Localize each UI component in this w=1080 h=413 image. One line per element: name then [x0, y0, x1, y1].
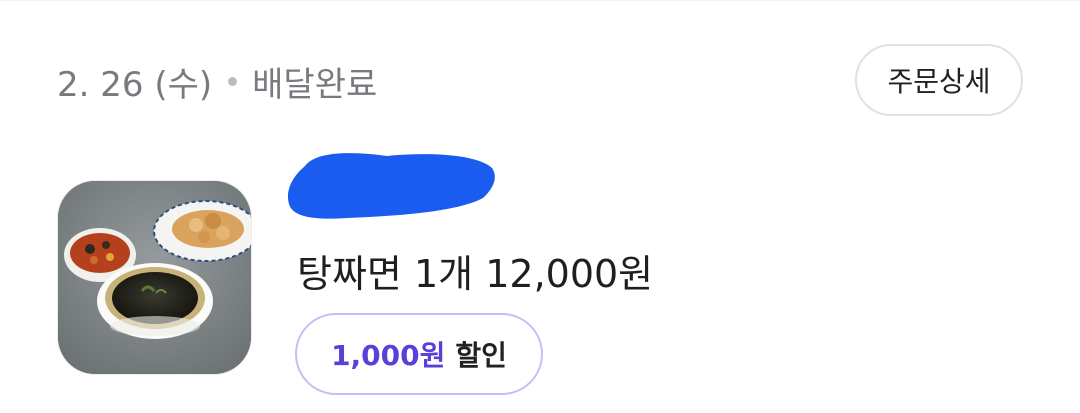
- divider: [0, 0, 1080, 1]
- menu-thumbnail[interactable]: [57, 180, 252, 375]
- menu-quantity: 1개: [413, 251, 474, 296]
- order-detail-button[interactable]: 주문상세: [855, 44, 1023, 116]
- menu-price: 12,000원: [485, 251, 654, 296]
- order-meta: 2. 26 (수) 배달완료: [57, 56, 377, 106]
- discount-label: 할인: [455, 339, 507, 372]
- menu-name: 탕짜면: [297, 251, 402, 296]
- order-date: 2. 26 (수): [57, 64, 213, 105]
- order-card[interactable]: 2. 26 (수) 배달완료 주문상세 탕짜면 1개 12,000원 1,000…: [0, 0, 1080, 413]
- order-item-summary: 탕짜면 1개 12,000원: [297, 243, 653, 297]
- order-status: 배달완료: [252, 64, 378, 105]
- food-image: [58, 181, 251, 374]
- store-name-redacted: [287, 153, 495, 219]
- discount-amount: 1,000원: [331, 339, 446, 372]
- discount-badge: 1,000원 할인: [295, 313, 543, 395]
- separator-dot: [228, 76, 238, 86]
